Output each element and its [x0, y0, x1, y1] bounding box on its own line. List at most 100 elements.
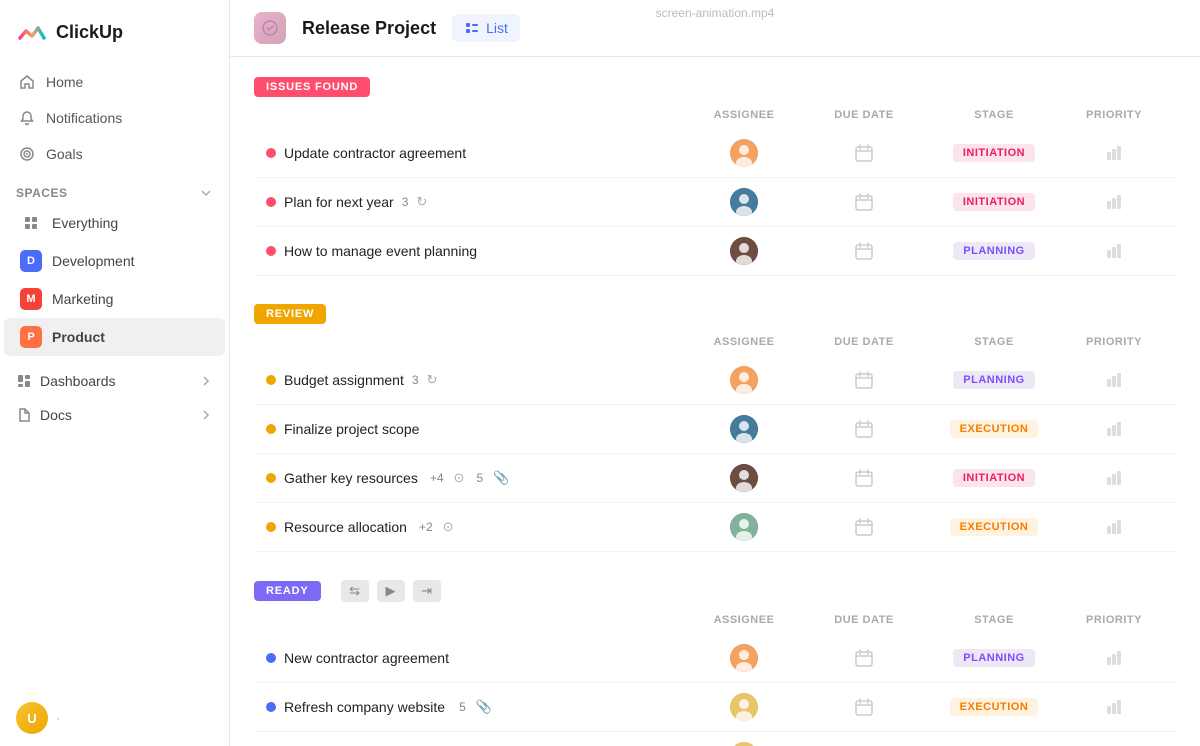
table-row[interactable]: Plan for next year 3 ↻ INITIATION: [254, 178, 1176, 227]
sidebar-item-dashboards[interactable]: Dashboards: [0, 364, 229, 398]
sidebar-extra-sections: Dashboards Docs: [0, 364, 229, 432]
calendar-icon: [852, 515, 876, 539]
col-task: [266, 109, 684, 121]
table-row[interactable]: Refresh company website 5 📎 EXECUTION: [254, 683, 1176, 732]
section-review: REVIEW ASSIGNEE DUE DATE STAGE PRIORITY …: [254, 304, 1176, 552]
task-name: Refresh company website: [284, 699, 445, 715]
priority-cell: [1064, 142, 1164, 164]
task-count: 3: [402, 195, 409, 209]
task-dot-blue: [266, 653, 276, 663]
priority-icon: [1103, 369, 1125, 391]
stage-cell: EXECUTION: [924, 698, 1064, 716]
stage-cell: INITIATION: [924, 144, 1064, 162]
main-content: screen-animation.mp4 Release Project Lis…: [230, 0, 1200, 746]
calendar-icon: [852, 417, 876, 441]
toolbar-btn-1[interactable]: ⇆: [341, 580, 369, 602]
priority-icon: [1103, 467, 1125, 489]
issues-badge: ISSUES FOUND: [254, 77, 370, 97]
grid-icon: [20, 212, 42, 234]
assignee-cell: [684, 513, 804, 541]
marketing-label: Marketing: [52, 291, 113, 307]
task-dot-yellow: [266, 424, 276, 434]
calendar-icon: [852, 646, 876, 670]
task-name-cell: Refresh company website 5 📎: [266, 699, 684, 715]
col-date-ready: DUE DATE: [804, 614, 924, 626]
toolbar-btn-3[interactable]: ⇥: [413, 580, 441, 602]
task-dot-red: [266, 197, 276, 207]
sidebar-item-notifications[interactable]: Notifications: [8, 100, 221, 136]
docs-label: Docs: [40, 407, 72, 423]
review-table-header: ASSIGNEE DUE DATE STAGE PRIORITY: [254, 328, 1176, 356]
sidebar-item-development[interactable]: D Development: [4, 242, 225, 280]
col-date-r: DUE DATE: [804, 336, 924, 348]
sidebar-item-everything[interactable]: Everything: [4, 204, 225, 242]
avatar: [730, 693, 758, 721]
avatar: [730, 188, 758, 216]
stage-cell: EXECUTION: [924, 518, 1064, 536]
stage-badge: EXECUTION: [950, 698, 1039, 716]
chevron-down-icon: [199, 186, 213, 200]
date-cell: [804, 190, 924, 214]
stage-badge: PLANNING: [953, 371, 1034, 389]
sidebar-item-product[interactable]: P Product: [4, 318, 225, 356]
table-row[interactable]: Update contractor agreement INITIATION: [254, 129, 1176, 178]
task-name-cell: How to manage event planning: [266, 243, 684, 259]
priority-icon: [1103, 647, 1125, 669]
marketing-badge: M: [20, 288, 42, 310]
task-name-cell: Budget assignment 3 ↻: [266, 372, 684, 388]
topbar-filename: screen-animation.mp4: [230, 0, 1200, 26]
home-label: Home: [46, 74, 83, 90]
clickup-logo-icon: [16, 16, 48, 48]
stage-cell: PLANNING: [924, 649, 1064, 667]
sidebar-item-home[interactable]: Home: [8, 64, 221, 100]
stage-cell: INITIATION: [924, 469, 1064, 487]
priority-cell: [1064, 516, 1164, 538]
avatar: [730, 464, 758, 492]
calendar-icon: [852, 141, 876, 165]
avatar: [730, 366, 758, 394]
sidebar-item-docs[interactable]: Docs: [0, 398, 229, 432]
sidebar-item-goals[interactable]: Goals: [8, 136, 221, 172]
date-cell: [804, 646, 924, 670]
stage-badge: EXECUTION: [950, 518, 1039, 536]
link-icon-2: ⊙: [443, 519, 454, 535]
task-extra-count: +2: [419, 520, 433, 534]
task-name: Resource allocation: [284, 519, 407, 535]
date-cell: [804, 466, 924, 490]
table-row[interactable]: Resource allocation +2 ⊙ EXECUTION: [254, 503, 1176, 552]
table-row[interactable]: Gather key resources +4 ⊙ 5 📎: [254, 454, 1176, 503]
priority-cell: [1064, 647, 1164, 669]
task-name-cell: Update contractor agreement: [266, 145, 684, 161]
stage-badge: INITIATION: [953, 144, 1035, 162]
home-icon: [18, 73, 36, 91]
task-name: Plan for next year: [284, 194, 394, 210]
assignee-cell: [684, 693, 804, 721]
sidebar-item-marketing[interactable]: M Marketing: [4, 280, 225, 318]
table-row[interactable]: Finalize project scope EXECUTION: [254, 405, 1176, 454]
table-row[interactable]: How to manage event planning PLANNING: [254, 227, 1176, 276]
bell-icon: [18, 109, 36, 127]
notifications-label: Notifications: [46, 110, 122, 126]
assignee-cell: [684, 644, 804, 672]
avatar: [730, 139, 758, 167]
assignee-cell: [684, 237, 804, 265]
user-avatar: U: [16, 702, 48, 734]
sidebar-user-area[interactable]: U ·: [0, 690, 229, 746]
refresh-icon: ↻: [427, 372, 438, 388]
logo-area[interactable]: ClickUp: [0, 0, 229, 60]
col-assignee-r: ASSIGNEE: [684, 336, 804, 348]
goals-label: Goals: [46, 146, 83, 162]
task-dot-red: [266, 148, 276, 158]
stage-badge: INITIATION: [953, 469, 1035, 487]
task-name: Gather key resources: [284, 470, 418, 486]
priority-cell: [1064, 240, 1164, 262]
priority-icon: [1103, 696, 1125, 718]
task-clip-count-2: 5: [459, 700, 466, 714]
toolbar-btn-2[interactable]: ▶: [377, 580, 405, 602]
product-badge: P: [20, 326, 42, 348]
table-row[interactable]: Update key objectives 5 📎 EXECUTION: [254, 732, 1176, 746]
task-dot-blue: [266, 702, 276, 712]
table-row[interactable]: New contractor agreement PLANNING: [254, 634, 1176, 683]
topbar: screen-animation.mp4 Release Project Lis…: [230, 0, 1200, 57]
table-row[interactable]: Budget assignment 3 ↻ PLANNING: [254, 356, 1176, 405]
